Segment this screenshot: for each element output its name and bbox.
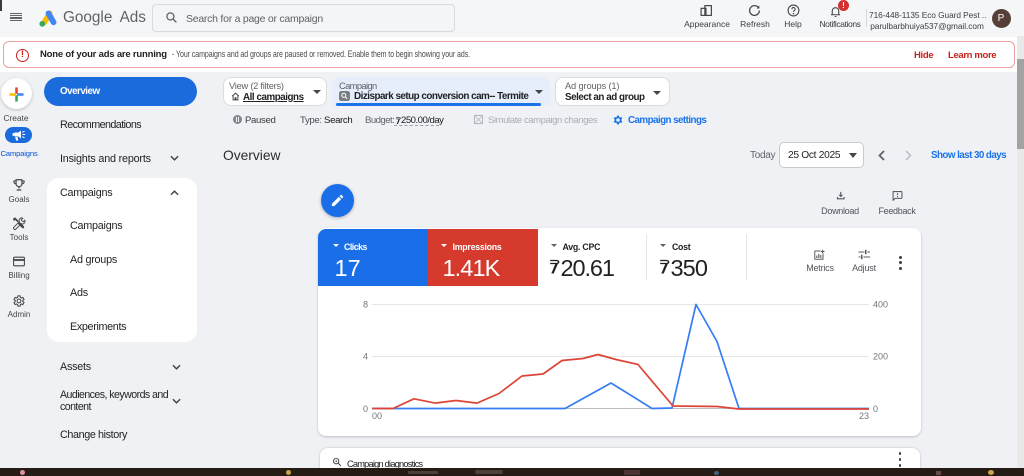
svg-text:0: 0: [873, 404, 878, 414]
svg-text:200: 200: [873, 352, 888, 362]
svg-text:0: 0: [363, 404, 368, 414]
svg-text:400: 400: [873, 300, 888, 310]
svg-text:4: 4: [363, 352, 368, 362]
svg-text:00: 00: [372, 411, 382, 421]
svg-text:23: 23: [859, 411, 869, 421]
svg-text:8: 8: [363, 300, 368, 310]
